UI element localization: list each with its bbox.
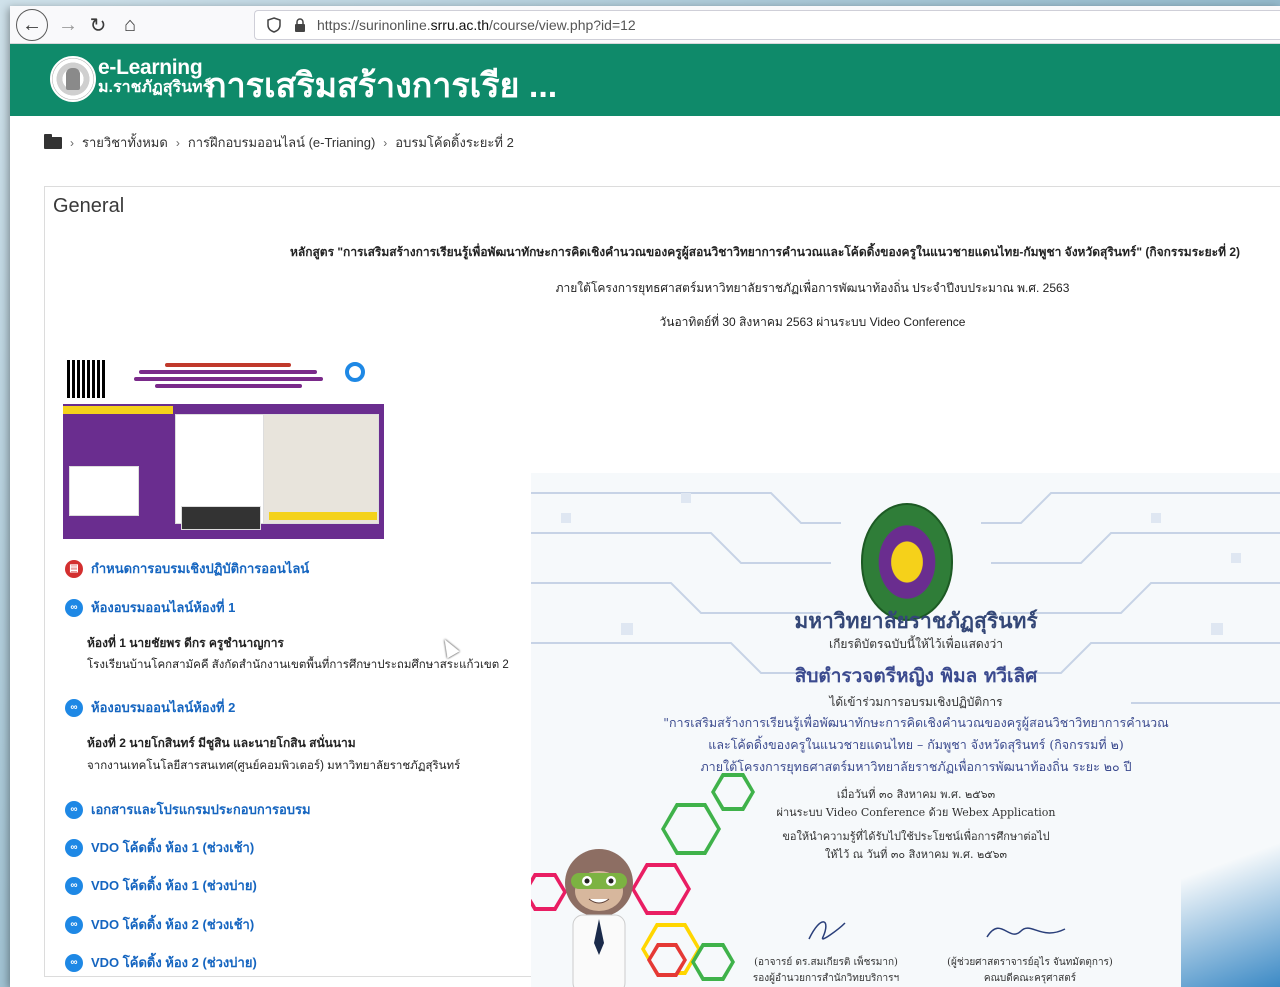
room1-org: โรงเรียนบ้านโคกสามัคคี สังกัดสำนักงานเขต… xyxy=(87,659,509,671)
link-icon: ∞ xyxy=(65,800,83,819)
url-prefix: https://surinonline. xyxy=(317,17,431,33)
link-icon: ∞ xyxy=(65,698,83,717)
poster-header xyxy=(63,356,384,404)
room2-org: จากงานเทคโนโลยีสารสนเทศ(ศูนย์คอมพิวเตอร์… xyxy=(87,760,461,772)
forward-button[interactable]: → xyxy=(52,9,84,41)
activity-room1-link[interactable]: ∞ ห้องอบรมออนไลน์ห้องที่ 1 xyxy=(65,597,235,618)
cert-project-line: ภายใต้โครงการยุทธศาสตร์มหาวิทยาลัยราชภัฏ… xyxy=(700,759,1132,774)
site-header: e-Learning ม.ราชภัฏสุรินทร์ การเสริมสร้า… xyxy=(10,44,1280,116)
room2-speaker: ห้องที่ 2 นายโกสินทร์ มีชูสิน และนายโกสิ… xyxy=(87,736,356,750)
url-path: /course/view.php?id=12 xyxy=(488,17,636,33)
url-host: srru.ac.th xyxy=(430,17,489,33)
breadcrumb-item-all-courses[interactable]: รายวิชาทั้งหมด xyxy=(82,132,168,153)
university-crest-icon xyxy=(861,503,953,621)
arrow-right-icon: → xyxy=(58,13,78,36)
cert-course-line1: "การเสริมสร้างการเรียนรู้เพื่อพัฒนาทักษะ… xyxy=(663,715,1169,730)
activity-label: เอกสารและโปรแกรมประกอบการอบรม xyxy=(91,802,311,817)
certificate-image: มหาวิทยาลัยราชภัฏสุรินทร์ เกียรติบัตรฉบั… xyxy=(531,473,1280,987)
breadcrumb: › รายวิชาทั้งหมด › การฝึกอบรมออนไลน์ (e-… xyxy=(44,132,514,153)
cert-recipient-name: สิบตำรวจตรีหญิง พิมล ทวีเลิศ xyxy=(794,665,1038,687)
cert-date: เมื่อวันที่ ๓๐ สิงหาคม พ.ศ. ๒๕๖๓ xyxy=(836,788,996,801)
signature-2 xyxy=(986,927,1066,938)
activity-vdo-room2-morning[interactable]: ∞ VDO โค้ดดิ้ง ห้อง 2 (ช่วงเช้า) xyxy=(65,914,254,935)
arrow-left-icon: ← xyxy=(22,13,42,36)
chevron-right-icon: › xyxy=(175,135,180,150)
course-heading: หลักสูตร "การเสริมสร้างการเรียนรู้เพื่อพ… xyxy=(289,245,1240,259)
activity-label: ห้องอบรมออนไลน์ห้องที่ 2 xyxy=(91,700,236,715)
signatory-2-title: คณบดีคณะครุศาสตร์ xyxy=(983,973,1077,984)
cert-joined-line: ได้เข้าร่วมการอบรมเชิงปฏิบัติการ xyxy=(829,695,1003,709)
webex-logo-icon xyxy=(345,362,365,382)
university-seal-logo[interactable] xyxy=(50,56,96,102)
activity-schedule-pdf[interactable]: ▤ กำหนดการอบรมเชิงปฏิบัติการออนไลน์ xyxy=(65,558,309,579)
activity-documents-link[interactable]: ∞ เอกสารและโปรแกรมประกอบการอบรม xyxy=(65,799,311,820)
poster-line xyxy=(154,384,302,388)
activity-label: VDO โค้ดดิ้ง ห้อง 1 (ช่วงเช้า) xyxy=(91,840,255,855)
breadcrumb-item-e-training[interactable]: การฝึกอบรมออนไลน์ (e-Trianing) xyxy=(188,132,375,153)
poster-screenshot xyxy=(69,466,139,516)
poster-line xyxy=(133,377,323,381)
qr-code-icon xyxy=(67,360,105,398)
reload-icon: ↻ xyxy=(89,14,107,37)
activity-label: VDO โค้ดดิ้ง ห้อง 2 (ช่วงบ่าย) xyxy=(91,955,257,970)
reload-button[interactable]: ↻ xyxy=(82,9,114,41)
chevron-right-icon: › xyxy=(383,135,388,150)
home-button[interactable]: ⌂ xyxy=(114,9,146,41)
poster-label-bar xyxy=(269,512,377,520)
address-bar[interactable]: https://surinonline. srru.ac.th/course/vi… xyxy=(254,10,1280,40)
activity-label: VDO โค้ดดิ้ง ห้อง 1 (ช่วงบ่าย) xyxy=(91,878,257,893)
cert-via: ผ่านระบบ Video Conference ด้วย Webex App… xyxy=(776,806,1056,819)
poster-screenshot xyxy=(181,506,261,530)
home-icon: ⌂ xyxy=(123,13,137,36)
chevron-right-icon: › xyxy=(70,135,74,150)
activity-room2-link[interactable]: ∞ ห้องอบรมออนไลน์ห้องที่ 2 xyxy=(65,697,235,718)
link-icon: ∞ xyxy=(65,598,83,617)
blue-wave-decoration xyxy=(1181,773,1280,987)
link-icon: ∞ xyxy=(65,838,83,857)
logo-line2: ม.ราชภัฏสุรินทร์ xyxy=(98,79,212,96)
pdf-icon: ▤ xyxy=(65,559,83,578)
signature-1 xyxy=(808,921,846,940)
lock-icon xyxy=(291,18,309,32)
folder-icon[interactable] xyxy=(44,133,62,149)
link-icon: ∞ xyxy=(65,876,83,895)
back-button[interactable]: ← xyxy=(16,9,48,41)
signatory-2-name: (ผู้ช่วยศาสตราจารย์อุไร จันทมัตตุการ) xyxy=(947,957,1113,968)
course-date-line: วันอาทิตย์ที่ 30 สิงหาคม 2563 ผ่านระบบ V… xyxy=(659,315,966,329)
activity-label: กำหนดการอบรมเชิงปฏิบัติการออนไลน์ xyxy=(91,561,310,576)
signatory-1-title: รองผู้อำนวยการสำนักวิทยบริการฯ xyxy=(752,973,900,984)
signatory-1-name: (อาจารย์ ดร.สมเกียรติ เพ็ชรมาก) xyxy=(754,957,898,968)
activity-label: VDO โค้ดดิ้ง ห้อง 2 (ช่วงเช้า) xyxy=(91,917,255,932)
poster-label-bar xyxy=(63,406,173,414)
poster-line xyxy=(138,370,318,374)
browser-toolbar: ← → ↻ ⌂ https://surinonline. srru.ac.th/c… xyxy=(10,6,1280,44)
section-title: General xyxy=(53,195,125,217)
room1-speaker: ห้องที่ 1 นายชัยพร ดีกร ครูชำนาญการ xyxy=(87,636,284,650)
shield-icon xyxy=(265,17,283,33)
cert-issue-line: เกียรติบัตรฉบับนี้ให้ไว้เพื่อแสดงว่า xyxy=(828,637,1004,651)
activity-vdo-room1-afternoon[interactable]: ∞ VDO โค้ดดิ้ง ห้อง 1 (ช่วงบ่าย) xyxy=(65,875,257,896)
logo-line1: e-Learning xyxy=(98,56,203,79)
poster-title-block xyxy=(123,360,333,391)
breadcrumb-item-current[interactable]: อบรมโค้ดดิ้งระยะที่ 2 xyxy=(395,132,514,153)
link-icon: ∞ xyxy=(65,915,83,934)
site-logo[interactable]: e-Learning ม.ราชภัฏสุรินทร์ xyxy=(98,57,211,96)
activity-label: ห้องอบรมออนไลน์ห้องที่ 1 xyxy=(91,600,236,615)
activity-vdo-room2-afternoon[interactable]: ∞ VDO โค้ดดิ้ง ห้อง 2 (ช่วงบ่าย) xyxy=(65,952,257,973)
training-poster-image xyxy=(63,356,384,539)
poster-line xyxy=(165,363,291,367)
activity-vdo-room1-morning[interactable]: ∞ VDO โค้ดดิ้ง ห้อง 1 (ช่วงเช้า) xyxy=(65,837,254,858)
monkey-mascot-icon xyxy=(565,849,633,987)
poster-screenshot xyxy=(263,414,379,524)
link-icon: ∞ xyxy=(65,953,83,972)
course-title: การเสริมสร้างการเรีย ... xyxy=(206,67,558,105)
course-subheading: ภายใต้โครงการยุทธศาสตร์มหาวิทยาลัยราชภัฏ… xyxy=(555,281,1070,295)
course-section-panel: General หลักสูตร "การเสริมสร้างการเรียนร… xyxy=(44,186,1280,987)
cert-university: มหาวิทยาลัยราชภัฏสุรินทร์ xyxy=(794,608,1038,633)
browser-window: ← → ↻ ⌂ https://surinonline. srru.ac.th/c… xyxy=(10,6,1280,987)
cert-course-line2: และโค้ดดิ้งของครูในแนวชายแดนไทย – กัมพูช… xyxy=(708,737,1124,752)
